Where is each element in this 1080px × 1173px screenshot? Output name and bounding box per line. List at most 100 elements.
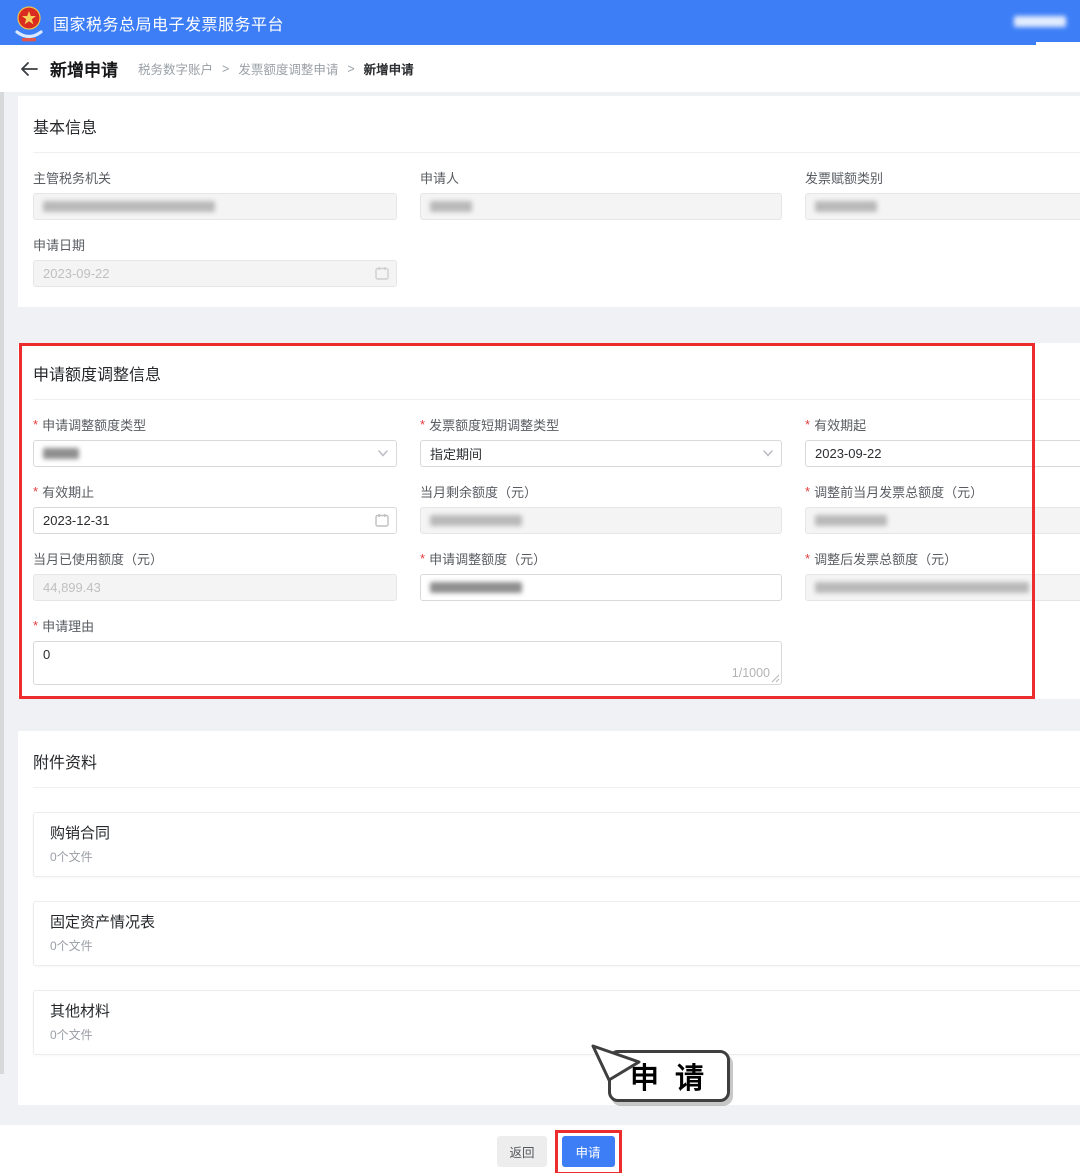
- field-short-term-type: * 发票额度短期调整类型 指定期间: [420, 416, 782, 467]
- attachment-count: 0个文件: [50, 937, 1080, 954]
- section-title-adjust: 申请额度调整信息: [33, 361, 1080, 385]
- breadcrumb-item[interactable]: 税务数字账户: [138, 59, 213, 78]
- national-emblem-icon: [14, 6, 44, 44]
- chevron-down-icon: [378, 450, 388, 457]
- valid-to-input[interactable]: [33, 507, 397, 534]
- field-label: 当月剩余额度（元）: [420, 482, 537, 501]
- required-marker: *: [805, 551, 810, 566]
- redacted-value: [430, 582, 522, 593]
- month-used-input: [33, 574, 397, 601]
- active-nav-indicator: [1036, 42, 1080, 45]
- quota-category-input: [805, 193, 1080, 220]
- field-applicant: 申请人: [420, 169, 782, 220]
- applicant-input: [420, 193, 782, 220]
- page-left-edge: [0, 92, 4, 1074]
- reason-textarea[interactable]: 0: [33, 641, 782, 685]
- redacted-value: [430, 201, 472, 212]
- required-marker: *: [33, 618, 38, 633]
- apply-date-input: [33, 260, 397, 287]
- field-reason: *申请理由 0 1/1000: [33, 617, 782, 685]
- divider: [33, 152, 1080, 153]
- month-remaining-input: [420, 507, 782, 534]
- page-title: 新增申请: [50, 56, 118, 81]
- section-title-basic: 基本信息: [33, 114, 1080, 138]
- field-apply-amount: * 申请调整额度（元）: [420, 550, 782, 601]
- back-arrow-icon: [20, 61, 38, 77]
- redacted-value: [815, 582, 1029, 593]
- breadcrumb-separator: >: [347, 62, 354, 76]
- field-label: 当月已使用额度（元）: [33, 549, 163, 568]
- callout-tail: [589, 1044, 641, 1084]
- attachment-item-fixed-assets[interactable]: 固定资产情况表 0个文件: [33, 901, 1080, 966]
- field-label: 调整前当月发票总额度（元）: [814, 482, 983, 501]
- apply-button[interactable]: 申请: [562, 1136, 615, 1167]
- valid-from-input[interactable]: [805, 440, 1080, 467]
- attachment-count: 0个文件: [50, 1026, 1080, 1043]
- required-marker: *: [805, 484, 810, 499]
- adjust-type-select[interactable]: [33, 440, 397, 467]
- field-label: 申请日期: [33, 235, 85, 254]
- field-label: 申请人: [420, 168, 459, 187]
- breadcrumb: 税务数字账户 > 发票额度调整申请 > 新增申请: [138, 59, 414, 78]
- attachment-name: 其他材料: [50, 1000, 1080, 1021]
- field-label: 申请调整额度类型: [42, 415, 146, 434]
- required-marker: *: [33, 417, 38, 432]
- required-marker: *: [420, 417, 425, 432]
- back-button[interactable]: [18, 58, 40, 80]
- field-adjust-type: * 申请调整额度类型: [33, 416, 397, 467]
- field-tax-authority: 主管税务机关: [33, 169, 397, 220]
- char-counter: 1/1000: [732, 666, 770, 680]
- field-label: 有效期止: [42, 482, 94, 501]
- redacted-value: [430, 515, 522, 526]
- breadcrumb-current: 新增申请: [364, 59, 414, 78]
- field-month-used: 当月已使用额度（元）: [33, 550, 397, 601]
- redacted-value: [815, 201, 877, 212]
- redacted-value: [43, 448, 79, 459]
- divider: [33, 787, 1080, 788]
- user-account[interactable]: [1014, 16, 1066, 27]
- field-before-total: * 调整前当月发票总额度（元）: [805, 483, 1080, 534]
- redacted-value: [43, 201, 215, 212]
- apply-amount-input[interactable]: [420, 574, 782, 601]
- page-title-bar: 新增申请 税务数字账户 > 发票额度调整申请 > 新增申请: [0, 45, 1080, 92]
- back-button-bottom[interactable]: 返回: [497, 1136, 546, 1167]
- field-label: 主管税务机关: [33, 168, 111, 187]
- action-bar: 返回 申请: [0, 1125, 1080, 1173]
- required-marker: *: [420, 551, 425, 566]
- before-total-input: [805, 507, 1080, 534]
- field-after-total: * 调整后发票总额度（元）: [805, 550, 1080, 601]
- after-total-input: [805, 574, 1080, 601]
- field-label: 有效期起: [814, 415, 866, 434]
- select-value: 指定期间: [430, 444, 482, 463]
- basic-info-section: 基本信息 主管税务机关 申请人 发票赋额类别 申请日期: [18, 96, 1080, 307]
- platform-title: 国家税务总局电子发票服务平台: [53, 11, 284, 35]
- attachments-section: 附件资料 购销合同 0个文件 固定资产情况表 0个文件 其他材料 0个文件: [18, 731, 1080, 1105]
- attachment-name: 固定资产情况表: [50, 911, 1080, 932]
- attachment-item-other[interactable]: 其他材料 0个文件: [33, 990, 1080, 1055]
- short-term-type-select[interactable]: 指定期间: [420, 440, 782, 467]
- app-header: 国家税务总局电子发票服务平台: [0, 0, 1080, 45]
- breadcrumb-separator: >: [222, 62, 229, 76]
- attachment-item-contract[interactable]: 购销合同 0个文件: [33, 812, 1080, 877]
- tax-authority-input: [33, 193, 397, 220]
- field-month-remaining: 当月剩余额度（元）: [420, 483, 782, 534]
- field-label: 发票额度短期调整类型: [429, 415, 559, 434]
- required-marker: *: [33, 484, 38, 499]
- resize-handle-icon[interactable]: [771, 674, 780, 683]
- redacted-value: [815, 515, 887, 526]
- section-gap: [0, 1105, 1080, 1125]
- field-label: 发票赋额类别: [805, 168, 883, 187]
- attachment-name: 购销合同: [50, 822, 1080, 843]
- breadcrumb-item[interactable]: 发票额度调整申请: [238, 59, 338, 78]
- quota-adjust-section: 申请额度调整信息 * 申请调整额度类型 * 发票额度短期调整类型 指定期间 * 有效期…: [18, 343, 1080, 699]
- required-marker: *: [805, 417, 810, 432]
- field-valid-from: * 有效期起: [805, 416, 1080, 467]
- chevron-down-icon: [763, 450, 773, 457]
- field-quota-category: 发票赋额类别: [805, 169, 1080, 220]
- field-apply-date: 申请日期: [33, 236, 397, 287]
- field-label: 调整后发票总额度（元）: [814, 549, 957, 568]
- field-label: 申请调整额度（元）: [429, 549, 546, 568]
- section-title-attachments: 附件资料: [33, 749, 1080, 773]
- field-valid-to: * 有效期止: [33, 483, 397, 534]
- attachment-count: 0个文件: [50, 848, 1080, 865]
